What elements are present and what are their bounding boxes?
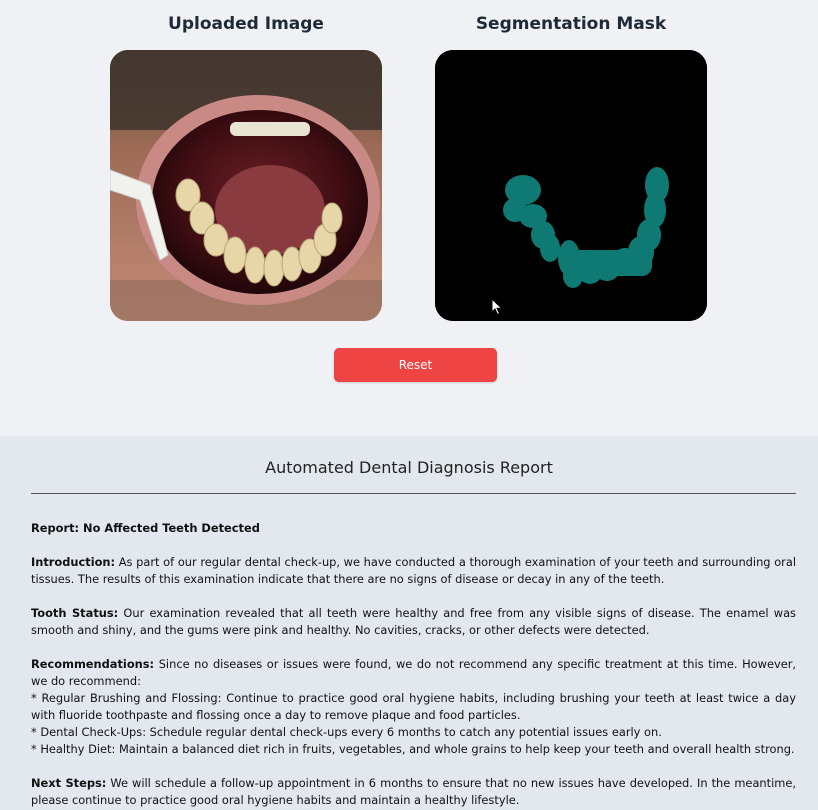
diagnosis-report: Automated Dental Diagnosis Report Report…	[0, 436, 818, 810]
uploaded-image	[110, 50, 382, 321]
recommendations-section: Recommendations: Since no diseases or is…	[31, 656, 796, 758]
recommendation-item: * Healthy Diet: Maintain a balanced diet…	[31, 742, 795, 756]
segmentation-mask-title: Segmentation Mask	[475, 14, 667, 34]
recommendations-label: Recommendations:	[31, 657, 155, 671]
tooth-status-paragraph: Tooth Status: Our examination revealed t…	[31, 605, 796, 639]
tooth-status-text: Our examination revealed that all teeth …	[31, 606, 796, 637]
recommendation-item: * Regular Brushing and Flossing: Continu…	[31, 691, 796, 722]
recommendation-item: * Dental Check-Ups: Schedule regular den…	[31, 725, 662, 739]
recommendations-intro: Recommendations: Since no diseases or is…	[31, 656, 796, 690]
image-comparison-section: Uploaded Image Segmentation Mask Reset	[0, 0, 818, 436]
tooth-status-label: Tooth Status:	[31, 606, 119, 620]
mouse-cursor-icon	[491, 297, 503, 316]
introduction-label: Introduction:	[31, 555, 116, 569]
next-steps-text: We will schedule a follow-up appointment…	[31, 776, 796, 807]
segmentation-mask	[435, 50, 707, 321]
reset-button[interactable]: Reset	[334, 348, 497, 382]
uploaded-image-title: Uploaded Image	[168, 14, 324, 34]
next-steps-paragraph: Next Steps: We will schedule a follow-up…	[31, 775, 796, 809]
next-steps-label: Next Steps:	[31, 776, 107, 790]
introduction-text: As part of our regular dental check-up, …	[31, 555, 796, 586]
report-divider	[31, 493, 796, 494]
introduction-paragraph: Introduction: As part of our regular den…	[31, 554, 796, 588]
report-body: Report: No Affected Teeth Detected Intro…	[31, 520, 796, 809]
report-heading: Report: No Affected Teeth Detected	[31, 521, 260, 535]
report-title: Automated Dental Diagnosis Report	[265, 458, 553, 477]
